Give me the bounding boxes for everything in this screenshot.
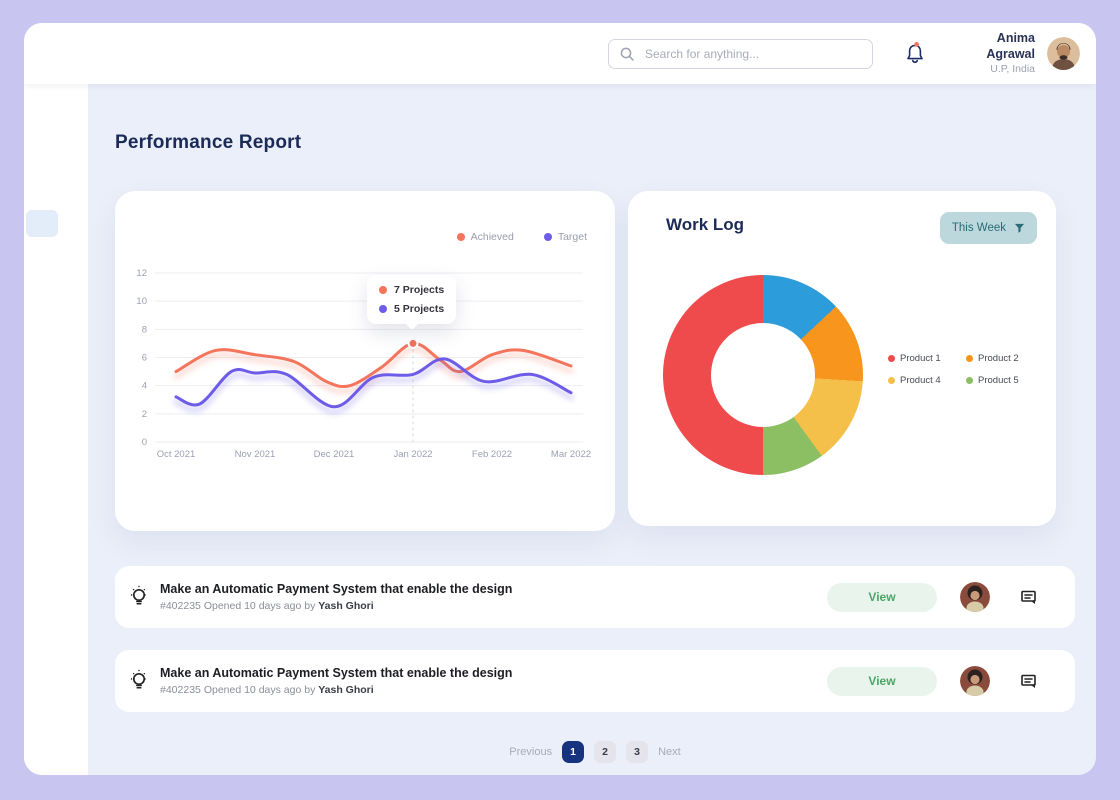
- sidebar: [24, 84, 88, 775]
- svg-text:Jan 2022: Jan 2022: [393, 449, 432, 460]
- performance-chart-card: Achieved Target 121086420O: [115, 191, 615, 531]
- tooltip-row: 5 Projects: [379, 303, 444, 315]
- svg-text:Dec 2021: Dec 2021: [314, 449, 355, 460]
- pagination-page-1[interactable]: 1: [562, 741, 584, 763]
- week-filter-button[interactable]: This Week: [940, 212, 1037, 244]
- product-1-dot: [888, 355, 895, 362]
- work-log-card: Work Log This Week Product 1: [628, 191, 1056, 526]
- svg-text:Feb 2022: Feb 2022: [472, 449, 512, 460]
- user-menu[interactable]: Anima Agrawal U.P, India: [949, 31, 1035, 75]
- user-name: Anima Agrawal: [949, 31, 1035, 62]
- task-author: Yash Ghori: [318, 684, 373, 696]
- task-row[interactable]: Make an Automatic Payment System that en…: [115, 566, 1075, 628]
- work-log-title: Work Log: [666, 215, 744, 235]
- assignee-avatar[interactable]: [960, 582, 990, 612]
- legend-label: Product 1: [900, 353, 941, 364]
- sidebar-active-indicator[interactable]: [26, 210, 58, 237]
- svg-text:2: 2: [142, 409, 147, 420]
- pagination-previous[interactable]: Previous: [509, 746, 552, 758]
- task-meta: #402235 Opened 10 days ago by Yash Ghori: [160, 683, 512, 699]
- week-filter-label: This Week: [952, 222, 1006, 234]
- task-text: Make an Automatic Payment System that en…: [160, 664, 512, 699]
- task-title: Make an Automatic Payment System that en…: [160, 664, 512, 683]
- legend-label: Product 4: [900, 375, 941, 386]
- user-avatar[interactable]: [1047, 37, 1080, 70]
- svg-text:Mar 2022: Mar 2022: [551, 449, 591, 460]
- tooltip-text: 5 Projects: [394, 303, 444, 315]
- comment-icon[interactable]: [1019, 671, 1039, 691]
- task-id: #402235: [160, 600, 201, 612]
- notifications-bell-icon[interactable]: [903, 41, 927, 67]
- task-opened: Opened 10 days ago by: [204, 684, 316, 696]
- tooltip-text: 7 Projects: [394, 284, 444, 296]
- legend-label: Target: [558, 231, 587, 243]
- tooltip-target-dot: [379, 305, 387, 313]
- charts-row: Achieved Target 121086420O: [115, 191, 1075, 531]
- pagination: Previous 1 2 3 Next: [115, 741, 1075, 763]
- legend-item-product-5: Product 5: [966, 375, 1044, 386]
- work-log-donut-chart: [663, 275, 863, 475]
- legend-item-target: Target: [544, 231, 587, 243]
- comment-icon[interactable]: [1019, 587, 1039, 607]
- search-input[interactable]: [643, 46, 862, 62]
- search-icon: [619, 46, 635, 62]
- product-5-dot: [966, 377, 973, 384]
- svg-text:8: 8: [142, 324, 147, 335]
- target-dot: [544, 233, 552, 241]
- line-chart-legend: Achieved Target: [457, 231, 587, 243]
- legend-label: Achieved: [471, 231, 514, 243]
- legend-item-product-1: Product 1: [888, 353, 966, 364]
- tooltip-achieved-dot: [379, 286, 387, 294]
- svg-text:6: 6: [142, 353, 147, 364]
- user-location: U.P, India: [949, 63, 1035, 76]
- product-4-dot: [888, 377, 895, 384]
- page-title: Performance Report: [115, 84, 1075, 154]
- legend-item-product-4: Product 4: [888, 375, 966, 386]
- lightbulb-icon: [124, 666, 154, 696]
- task-title: Make an Automatic Payment System that en…: [160, 580, 512, 599]
- legend-item-product-2: Product 2: [966, 353, 1044, 364]
- view-button[interactable]: View: [827, 667, 937, 696]
- tooltip-row: 7 Projects: [379, 284, 444, 296]
- chart-tooltip: 7 Projects 5 Projects: [367, 275, 456, 324]
- app-window: Anima Agrawal U.P, India Performance Rep…: [24, 23, 1096, 775]
- svg-text:12: 12: [136, 268, 147, 279]
- assignee-avatar[interactable]: [960, 666, 990, 696]
- task-id: #402235: [160, 684, 201, 696]
- main-content: Performance Report Achieved Target: [88, 84, 1096, 775]
- lightbulb-icon: [124, 582, 154, 612]
- donut-legend: Product 1 Product 2 Product 4 Produ: [888, 353, 1044, 386]
- legend-item-achieved: Achieved: [457, 231, 514, 243]
- top-bar: Anima Agrawal U.P, India: [24, 23, 1096, 84]
- task-opened: Opened 10 days ago by: [204, 600, 316, 612]
- product-2-dot: [966, 355, 973, 362]
- pagination-page-2[interactable]: 2: [594, 741, 616, 763]
- search-box[interactable]: [608, 39, 873, 69]
- svg-text:Nov 2021: Nov 2021: [235, 449, 276, 460]
- pagination-next[interactable]: Next: [658, 746, 681, 758]
- svg-text:4: 4: [142, 381, 147, 392]
- task-text: Make an Automatic Payment System that en…: [160, 580, 512, 615]
- task-row[interactable]: Make an Automatic Payment System that en…: [115, 650, 1075, 712]
- legend-label: Product 5: [978, 375, 1019, 386]
- legend-label: Product 2: [978, 353, 1019, 364]
- task-author: Yash Ghori: [318, 600, 373, 612]
- view-button[interactable]: View: [827, 583, 937, 612]
- svg-text:10: 10: [136, 296, 147, 307]
- svg-text:0: 0: [142, 437, 147, 448]
- task-meta: #402235 Opened 10 days ago by Yash Ghori: [160, 599, 512, 615]
- achieved-dot: [457, 233, 465, 241]
- svg-text:Oct 2021: Oct 2021: [157, 449, 196, 460]
- filter-icon: [1014, 223, 1025, 234]
- pagination-page-3[interactable]: 3: [626, 741, 648, 763]
